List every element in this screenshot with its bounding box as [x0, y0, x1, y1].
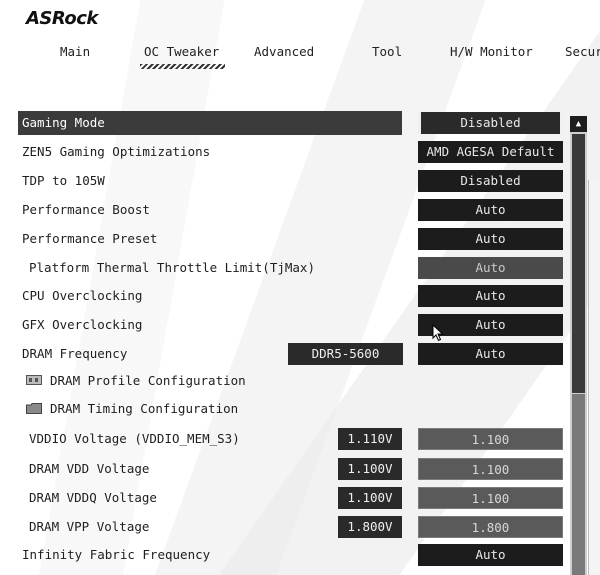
setting-label: DRAM VDDQ Voltage [29, 490, 157, 505]
submenu-label: DRAM Profile Configuration [50, 373, 246, 388]
current-readout: 1.800V [338, 516, 402, 538]
setting-dram-vddq-voltage[interactable]: DRAM VDDQ Voltage 1.100V 1.100 [18, 486, 563, 510]
setting-label: DRAM VPP Voltage [29, 519, 150, 534]
setting-gfx-overclocking[interactable]: GFX Overclocking Auto [18, 313, 563, 337]
tab-bar: Main OC Tweaker Advanced Tool H/W Monito… [0, 44, 600, 69]
setting-label: TDP to 105W [22, 173, 105, 188]
tab-security[interactable]: Secur [565, 44, 600, 59]
setting-value-input[interactable]: 1.100 [418, 428, 563, 450]
setting-label: Performance Preset [22, 231, 158, 246]
setting-value-dropdown[interactable]: Auto [418, 544, 563, 566]
setting-value-input[interactable]: 1.800 [418, 516, 563, 538]
setting-label: CPU Overclocking [22, 288, 143, 303]
current-readout: 1.110V [338, 428, 402, 450]
setting-performance-preset[interactable]: Performance Preset Auto [18, 227, 563, 251]
tab-main[interactable]: Main [60, 44, 90, 59]
scrollbar[interactable]: ▲ [570, 116, 587, 575]
setting-gaming-mode[interactable]: Gaming Mode Disabled [18, 111, 563, 135]
setting-label: Gaming Mode [22, 115, 105, 130]
current-readout: DDR5-5600 [288, 343, 403, 365]
setting-label: VDDIO Voltage (VDDIO_MEM_S3) [29, 431, 240, 446]
asrock-logo: ASRock [26, 8, 98, 29]
setting-label: DRAM VDD Voltage [29, 461, 150, 476]
setting-dram-vpp-voltage[interactable]: DRAM VPP Voltage 1.800V 1.800 [18, 515, 563, 539]
setting-dram-vdd-voltage[interactable]: DRAM VDD Voltage 1.100V 1.100 [18, 457, 563, 481]
help-panel-edge [588, 180, 600, 575]
submenu-dram-timing-configuration[interactable]: DRAM Timing Configuration [18, 397, 563, 421]
tab-tool[interactable]: Tool [372, 44, 402, 59]
setting-infinity-fabric-frequency[interactable]: Infinity Fabric Frequency Auto [18, 543, 563, 567]
current-readout: 1.100V [338, 458, 402, 480]
tab-hw-monitor[interactable]: H/W Monitor [450, 44, 533, 59]
setting-label: ZEN5 Gaming Optimizations [22, 144, 211, 159]
setting-label: Infinity Fabric Frequency [22, 547, 211, 562]
setting-label: GFX Overclocking [22, 317, 143, 332]
up-arrow-icon[interactable]: ▲ [570, 116, 587, 132]
setting-value-dropdown[interactable]: Auto [418, 257, 563, 279]
setting-zen5-gaming-optimizations[interactable]: ZEN5 Gaming Optimizations AMD AGESA Defa… [18, 140, 563, 164]
scrollbar-track[interactable] [572, 394, 585, 575]
submenu-dram-profile-configuration[interactable]: DRAM Profile Configuration [18, 369, 563, 393]
setting-value-input[interactable]: 1.100 [418, 458, 563, 480]
submenu-label: DRAM Timing Configuration [50, 401, 239, 416]
setting-platform-thermal-throttle-limit[interactable]: Platform Thermal Throttle Limit(TjMax) A… [18, 256, 563, 280]
tab-advanced[interactable]: Advanced [254, 44, 314, 59]
setting-cpu-overclocking[interactable]: CPU Overclocking Auto [18, 284, 563, 308]
setting-value-dropdown[interactable]: Auto [418, 343, 563, 365]
setting-label: DRAM Frequency [22, 346, 128, 361]
setting-vddio-voltage[interactable]: VDDIO Voltage (VDDIO_MEM_S3) 1.110V 1.10… [18, 427, 563, 451]
tab-oc-tweaker[interactable]: OC Tweaker [139, 44, 226, 69]
setting-value-dropdown[interactable]: Auto [418, 228, 563, 250]
setting-dram-frequency[interactable]: DRAM Frequency DDR5-5600 Auto [18, 342, 563, 366]
setting-value-dropdown[interactable]: Disabled [418, 112, 563, 134]
setting-value-dropdown[interactable]: Disabled [418, 170, 563, 192]
setting-value-input[interactable]: 1.100 [418, 487, 563, 509]
setting-value-dropdown[interactable]: AMD AGESA Default [418, 141, 563, 163]
scrollbar-thumb[interactable] [572, 134, 585, 393]
chip-icon [26, 375, 42, 385]
setting-value-dropdown[interactable]: Auto [418, 285, 563, 307]
current-readout: 1.100V [338, 487, 402, 509]
setting-label: Platform Thermal Throttle Limit(TjMax) [29, 260, 315, 275]
setting-performance-boost[interactable]: Performance Boost Auto [18, 198, 563, 222]
mouse-cursor-icon [432, 324, 444, 342]
setting-tdp-105w[interactable]: TDP to 105W Disabled [18, 169, 563, 193]
setting-value-dropdown[interactable]: Auto [418, 199, 563, 221]
setting-label: Performance Boost [22, 202, 150, 217]
folder-icon [26, 403, 42, 414]
